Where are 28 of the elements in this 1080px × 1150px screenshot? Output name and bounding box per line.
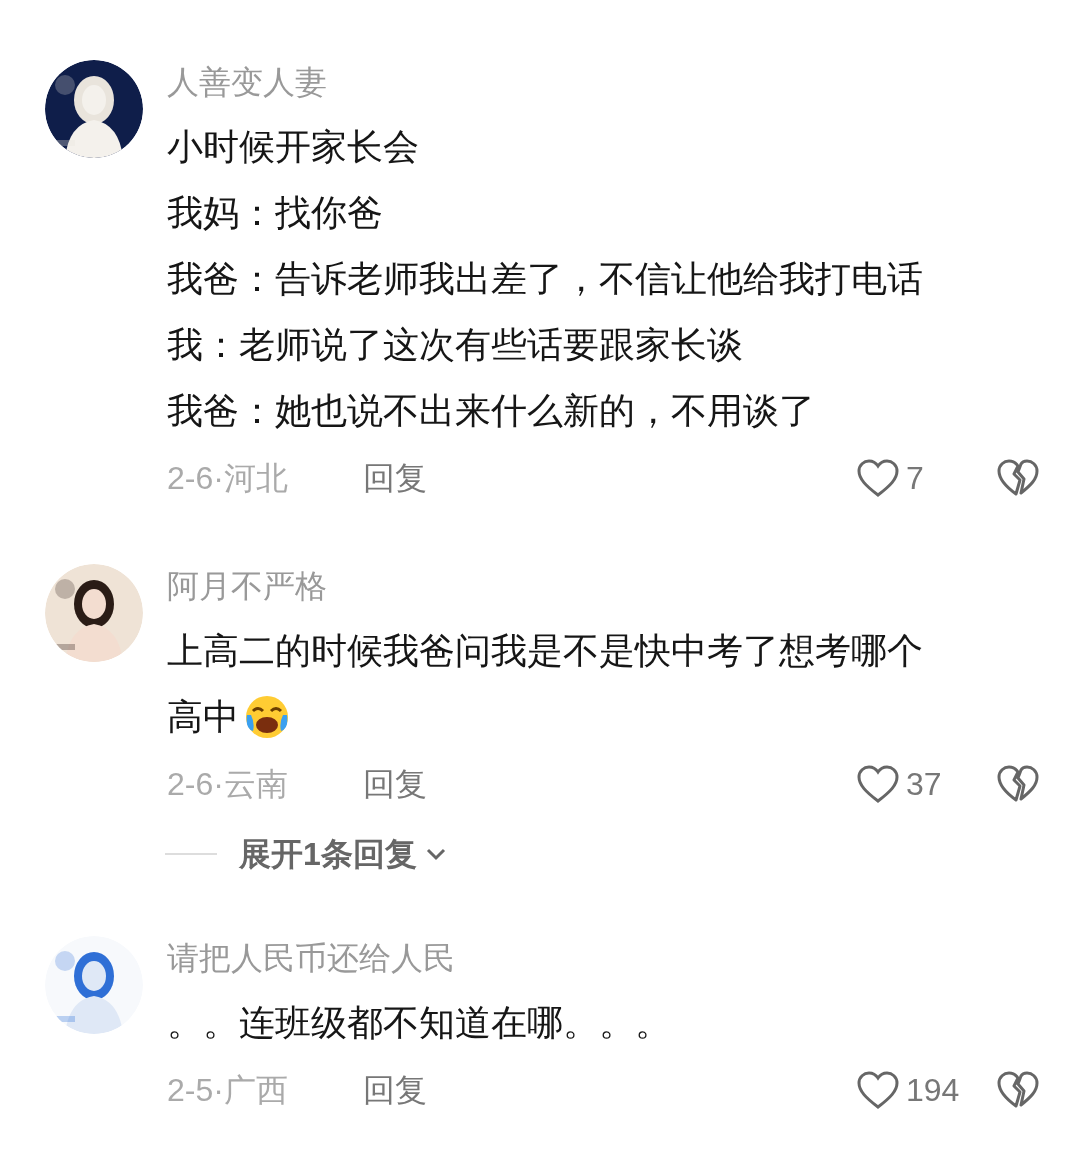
- username[interactable]: 请把人民币还给人民: [167, 936, 1040, 980]
- comment-text: 小时候开家长会: [167, 125, 420, 169]
- heart-icon[interactable]: [856, 1070, 900, 1110]
- broken-heart-icon[interactable]: [996, 764, 1040, 804]
- heart-icon[interactable]: [856, 458, 900, 498]
- broken-heart-icon[interactable]: [996, 458, 1040, 498]
- like-count: 194: [906, 1071, 961, 1110]
- comment-date-location: 2-5·广西: [167, 1071, 289, 1110]
- username[interactable]: 阿月不严格: [167, 564, 1040, 608]
- comment-text: 我爸：她也说不出来什么新的，不用谈了: [167, 389, 816, 433]
- heart-icon[interactable]: [856, 764, 900, 804]
- comment-text: 上高二的时候我爸问我是不是快中考了想考哪个: [167, 629, 924, 673]
- reply-button[interactable]: 回复: [363, 454, 427, 502]
- comment-text: 我爸：告诉老师我出差了，不信让他给我打电话: [167, 257, 924, 301]
- reply-button[interactable]: 回复: [363, 760, 427, 808]
- comment-date-location: 2-6·河北: [167, 459, 289, 498]
- reply-button[interactable]: 回复: [363, 1066, 427, 1114]
- chevron-down-icon: [424, 847, 447, 861]
- like-count: 7: [906, 459, 925, 498]
- username[interactable]: 人善变人妻: [167, 60, 1040, 104]
- comment-date-location: 2-6·云南: [167, 765, 289, 804]
- comment-text: 我妈：找你爸: [167, 191, 384, 235]
- comment-text: 。。连班级都不知道在哪。。。: [167, 1001, 672, 1045]
- like-count: 37: [906, 765, 943, 804]
- comment-text: 高中: [167, 695, 239, 739]
- broken-heart-icon[interactable]: [996, 1070, 1040, 1110]
- expand-replies-button[interactable]: 展开1条回复: [239, 830, 447, 878]
- comment-text: 我：老师说了这次有些话要跟家长谈: [167, 323, 744, 367]
